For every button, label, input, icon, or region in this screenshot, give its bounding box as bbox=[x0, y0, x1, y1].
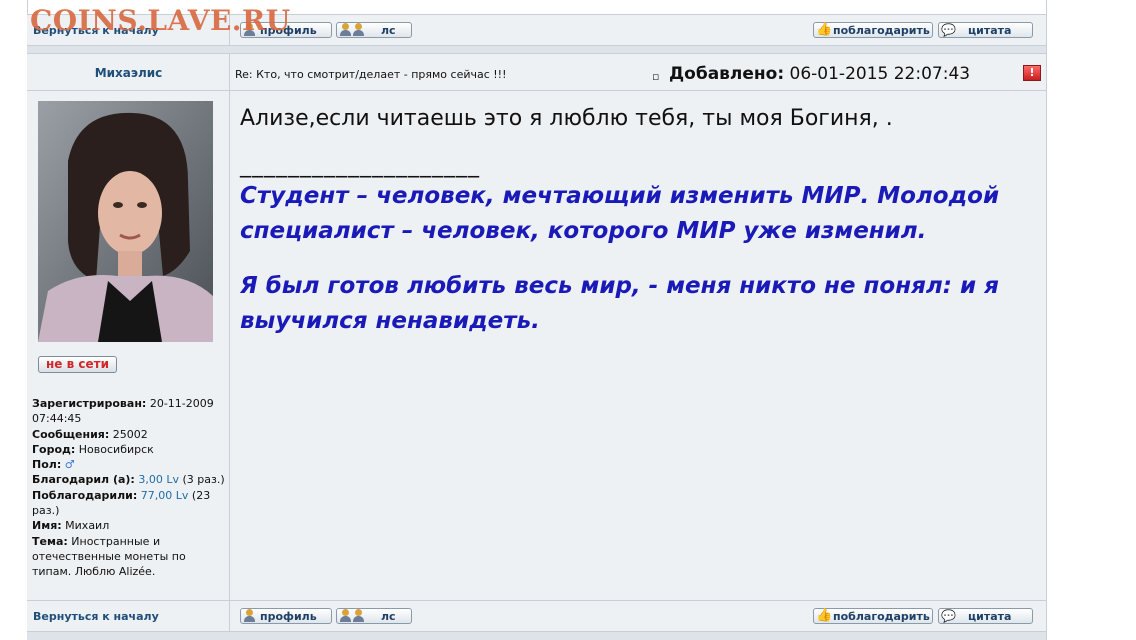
top-left-cell: Вернуться к началу bbox=[27, 15, 230, 45]
thumbs-up-icon: 👍 bbox=[816, 608, 833, 623]
profile-button[interactable]: профиль bbox=[240, 22, 332, 38]
back-to-top-link[interactable]: Вернуться к началу bbox=[33, 610, 159, 623]
post-subject: Re: Кто, что смотрит/делает - прямо сейч… bbox=[235, 68, 507, 81]
two-persons-icon bbox=[339, 23, 353, 37]
back-to-top-link[interactable]: Вернуться к началу bbox=[33, 24, 159, 37]
post-body-row: не в сети Зарегистрирован: 20-11-2009 07… bbox=[27, 91, 1046, 600]
signature-quote-2: Я был готов любить весь мир, - меня никт… bbox=[240, 273, 999, 334]
speech-bubble-icon: 💬 bbox=[941, 609, 956, 623]
bottom-right-cell: профиль лс 👍 поблагодарить 💬 цитата bbox=[230, 601, 1046, 631]
pm-button-label: лс bbox=[381, 23, 396, 37]
profile-button-label: профиль bbox=[260, 609, 317, 623]
top-action-bar: Вернуться к началу профиль лс 👍 поблагод… bbox=[27, 14, 1046, 46]
document-icon: ▫ bbox=[652, 70, 660, 83]
exclamation-icon[interactable]: ! bbox=[1023, 65, 1041, 81]
post-header: Михаэлис Re: Кто, что смотрит/делает - п… bbox=[27, 53, 1046, 91]
second-person-icon bbox=[352, 23, 366, 37]
profile-got-thanks: Поблагодарили: 77,00 Lv (23 раз.) bbox=[32, 488, 211, 518]
got-thanks-link[interactable]: 77,00 Lv bbox=[141, 489, 189, 502]
quote-button[interactable]: 💬 цитата bbox=[938, 22, 1033, 38]
post-text: Ализе,если читаешь это я люблю тебя, ты … bbox=[240, 106, 893, 131]
quote-button[interactable]: 💬 цитата bbox=[938, 608, 1033, 624]
author-name[interactable]: Михаэлис bbox=[27, 66, 230, 80]
added-label: Добавлено: bbox=[669, 64, 785, 84]
author-profile-info: Зарегистрирован: 20-11-2009 07:44:45 Соо… bbox=[32, 396, 227, 580]
author-cell: Михаэлис bbox=[27, 54, 230, 90]
quote-button-label: цитата bbox=[968, 23, 1012, 37]
profile-thanked: Благодарил (а): 3,00 Lv (3 раз.) bbox=[32, 473, 225, 487]
post-content-cell: Ализе,если читаешь это я люблю тебя, ты … bbox=[230, 91, 1046, 600]
thank-button-label: поблагодарить bbox=[833, 609, 930, 623]
bottom-left-cell: Вернуться к началу bbox=[27, 601, 230, 631]
thank-button-label: поблагодарить bbox=[833, 23, 930, 37]
thumbs-up-icon: 👍 bbox=[816, 22, 833, 37]
added-date: 06-01-2015 22:07:43 bbox=[789, 64, 971, 84]
bottom-separator bbox=[27, 632, 1046, 640]
pm-button[interactable]: лс bbox=[336, 608, 412, 624]
subject-cell: Re: Кто, что смотрит/делает - прямо сейч… bbox=[230, 54, 1046, 90]
profile-messages: Сообщения: 25002 bbox=[32, 427, 148, 441]
post-separator bbox=[27, 46, 1046, 53]
profile-gender: Пол: ♂ bbox=[32, 458, 75, 472]
profile-button[interactable]: профиль bbox=[240, 608, 332, 624]
second-person-icon bbox=[352, 609, 366, 623]
profile-city: Город: Новосибирск bbox=[32, 442, 154, 456]
top-right-cell: профиль лс 👍 поблагодарить 💬 цитата bbox=[230, 15, 1046, 45]
two-persons-icon bbox=[339, 609, 353, 623]
thank-button[interactable]: 👍 поблагодарить bbox=[813, 608, 933, 624]
profile-name: Имя: Михаил bbox=[32, 519, 110, 533]
post-content: Ализе,если читаешь это я люблю тебя, ты … bbox=[240, 103, 1030, 339]
online-status-badge[interactable]: не в сети bbox=[38, 356, 117, 373]
quote-button-label: цитата bbox=[968, 609, 1012, 623]
bottom-action-bar: Вернуться к началу профиль лс 👍 поблагод… bbox=[27, 600, 1046, 632]
avatar[interactable] bbox=[38, 101, 213, 342]
profile-registered: Зарегистрирован: 20-11-2009 07:44:45 bbox=[32, 397, 214, 426]
person-icon bbox=[243, 23, 257, 37]
profile-button-label: профиль bbox=[260, 23, 317, 37]
author-profile-cell: не в сети Зарегистрирован: 20-11-2009 07… bbox=[27, 91, 230, 600]
person-icon bbox=[243, 609, 257, 623]
profile-topic: Тема: Иностранные и отечественные монеты… bbox=[32, 534, 186, 579]
pm-button-label: лс bbox=[381, 609, 396, 623]
pm-button[interactable]: лс bbox=[336, 22, 412, 38]
speech-bubble-icon: 💬 bbox=[941, 23, 956, 37]
signature-quote-1: Студент – человек, мечтающий изменить МИ… bbox=[240, 183, 1000, 244]
male-icon: ♂ bbox=[64, 458, 75, 472]
thanked-link[interactable]: 3,00 Lv bbox=[138, 473, 179, 486]
post-date: Добавлено: 06-01-2015 22:07:43 bbox=[669, 64, 970, 84]
signature-divider: ____________________ bbox=[240, 153, 480, 178]
thank-button[interactable]: 👍 поблагодарить bbox=[813, 22, 933, 38]
avatar-image bbox=[38, 101, 213, 342]
